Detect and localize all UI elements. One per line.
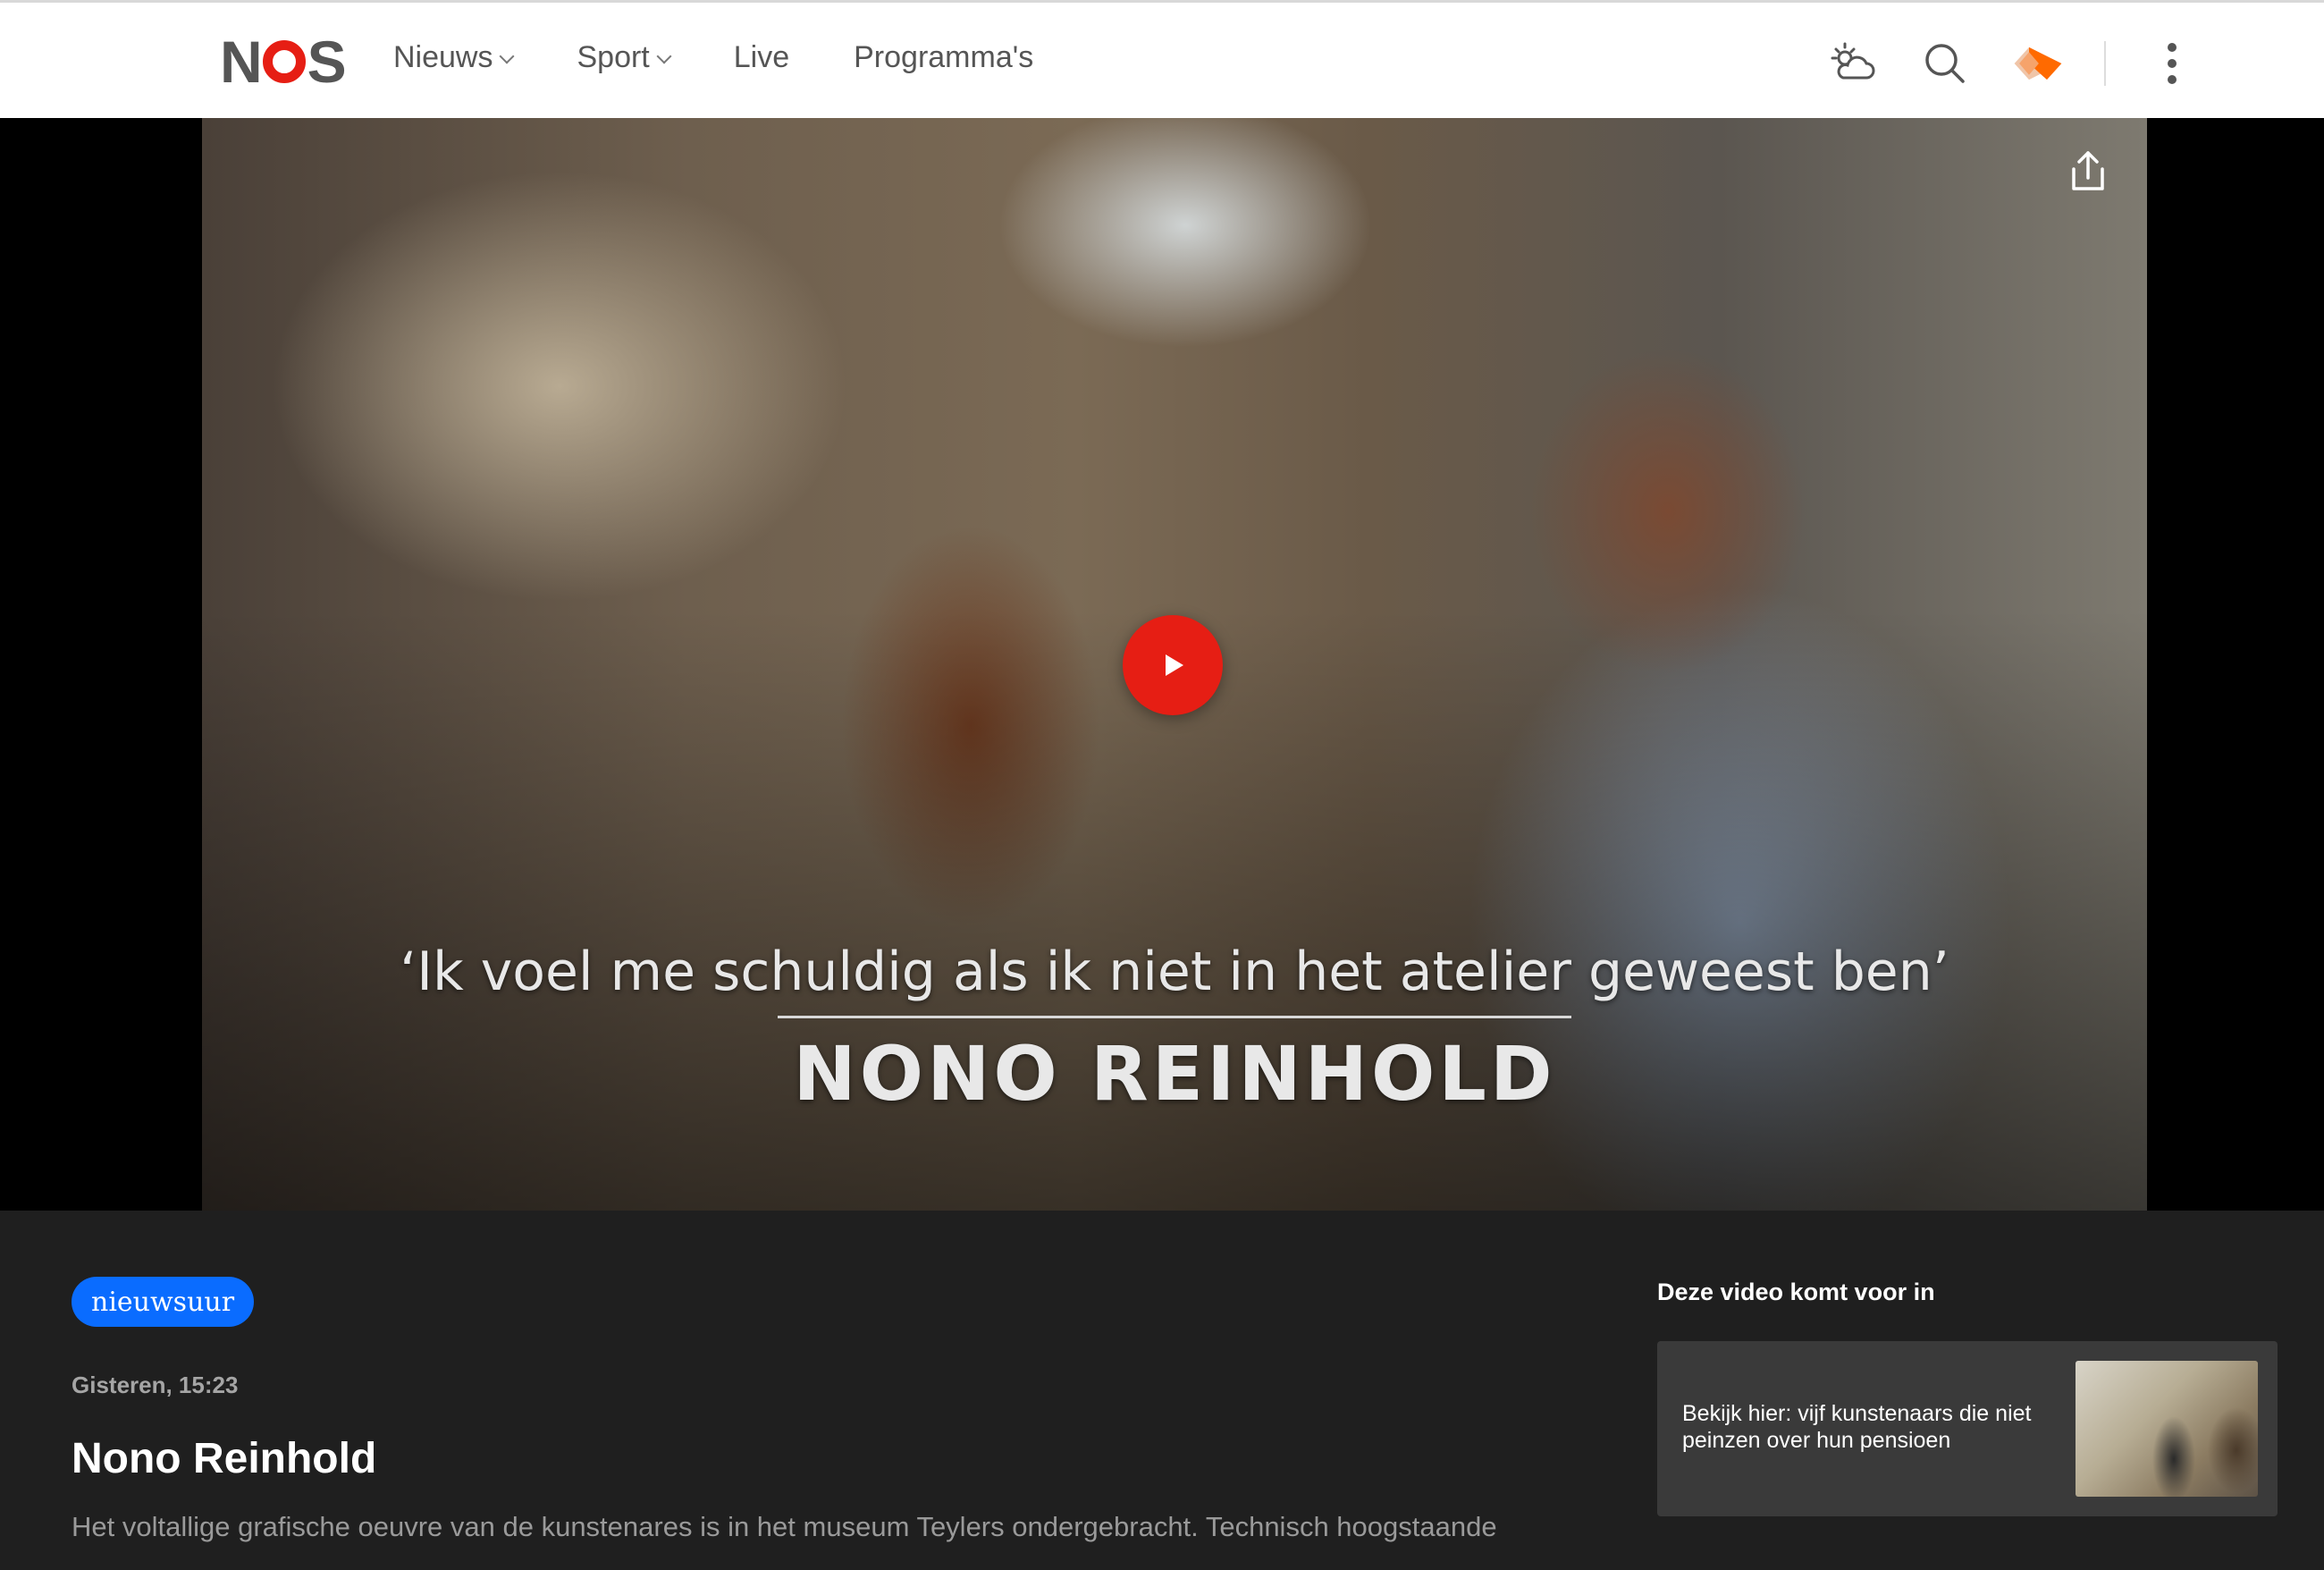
chevron-down-icon (499, 48, 515, 63)
article-section: nieuwsuur Gisteren, 15:23 Nono Reinhold … (0, 1211, 2324, 1569)
header-divider (2104, 41, 2106, 86)
npo-start-button[interactable] (2011, 37, 2065, 90)
related-card-thumbnail (2076, 1361, 2258, 1497)
nav-item-programmas[interactable]: Programma's (854, 40, 1033, 75)
main-nav: Nieuws Sport Live Programma's (393, 40, 1098, 75)
more-menu-button[interactable] (2145, 37, 2199, 90)
nav-item-label: Programma's (854, 40, 1034, 74)
header-actions (1786, 37, 2199, 90)
npo-start-icon (2014, 46, 2062, 80)
video-nameplate: NONO REINHOLD (793, 1030, 1556, 1118)
nav-item-label: Sport (577, 40, 650, 74)
nav-item-nieuws[interactable]: Nieuws (393, 40, 515, 75)
video-player[interactable]: ‘Ik voel me schuldig als ik niet in het … (202, 118, 2147, 1211)
chevron-down-icon (656, 48, 672, 63)
video-title: Nono Reinhold (72, 1435, 377, 1482)
share-button[interactable] (2061, 145, 2115, 198)
video-description: Het voltallige grafische oeuvre van de k… (72, 1511, 1497, 1542)
publish-date: Gisteren, 15:23 (72, 1372, 239, 1398)
play-icon (1166, 654, 1183, 676)
share-icon (2072, 151, 2104, 190)
program-badge[interactable]: nieuwsuur (72, 1277, 255, 1327)
nos-logo[interactable]: NS (220, 29, 347, 95)
search-button[interactable] (1918, 37, 1972, 90)
related-collection-card[interactable]: Bekijk hier: vijf kunstenaars die niet p… (1657, 1341, 2278, 1516)
site-header: NS Nieuws Sport Live Programma's (0, 0, 2324, 118)
video-subtitle: ‘Ik voel me schuldig als ik niet in het … (400, 941, 1949, 1003)
nav-item-label: Nieuws (393, 40, 493, 74)
play-button[interactable] (1123, 615, 1223, 715)
weather-icon (1831, 42, 1875, 80)
logo-o-ring (262, 40, 306, 83)
nav-item-label: Live (733, 40, 790, 74)
nav-item-sport[interactable]: Sport (577, 40, 672, 75)
search-icon (1925, 44, 1965, 83)
more-menu-icon (2168, 43, 2177, 84)
weather-button[interactable] (1825, 37, 1879, 90)
subtitle-divider (778, 1016, 1571, 1018)
related-card-title: Bekijk hier: vijf kunstenaars die niet p… (1682, 1401, 2032, 1453)
related-heading: Deze video komt voor in (1657, 1279, 1935, 1305)
video-band: ‘Ik voel me schuldig als ik niet in het … (0, 118, 2324, 1211)
nav-item-live[interactable]: Live (734, 40, 789, 75)
